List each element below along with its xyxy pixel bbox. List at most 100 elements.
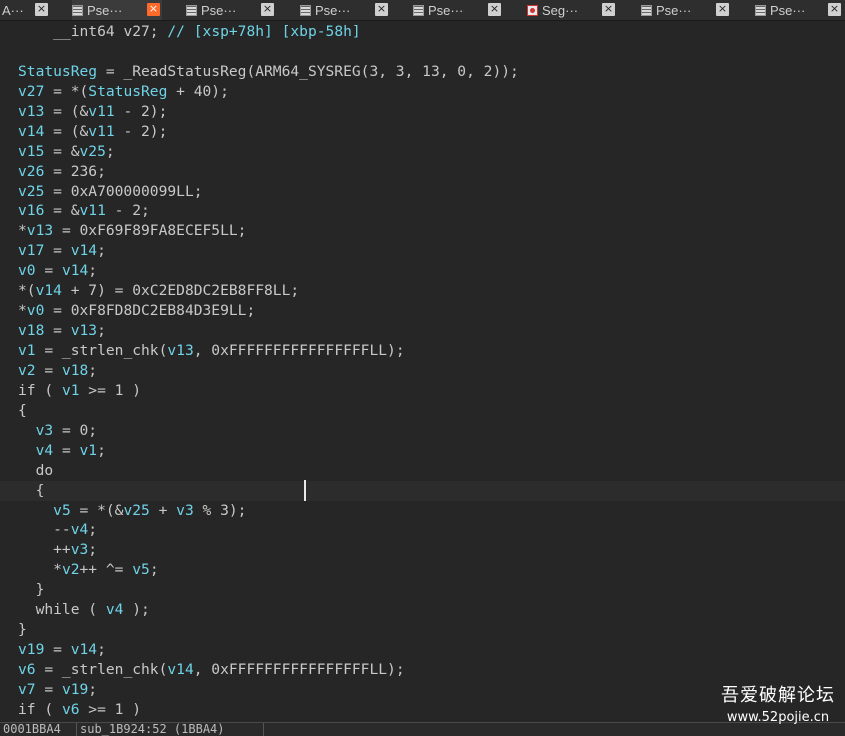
tab-6[interactable]: Pse··· × <box>641 0 731 20</box>
code-line[interactable]: v19 = v14; <box>0 640 845 660</box>
code-line[interactable]: if ( v6 >= 1 ) <box>0 700 845 720</box>
code-line[interactable]: v5 = *(&v25 + v3 % 3); <box>0 501 845 521</box>
code-line[interactable]: } <box>0 580 845 600</box>
variable-token: v18 <box>18 322 45 340</box>
variable-token: v0 <box>26 302 45 320</box>
code-line[interactable]: *(v14 + 7) = 0xC2ED8DC2EB8FF8LL; <box>0 281 845 301</box>
code-line[interactable]: ++v3; <box>0 540 845 560</box>
tab-3[interactable]: Pse··· × <box>300 0 390 20</box>
code-line[interactable]: __int64 v27; // [xsp+78h] [xbp-58h] <box>0 22 845 42</box>
code-token: ; <box>97 441 106 459</box>
code-token: = _strlen_chk( <box>35 661 168 678</box>
variable-token: v1 <box>79 441 98 459</box>
tab-label: Pse··· <box>428 2 464 18</box>
variable-token: v14 <box>167 661 194 678</box>
close-icon[interactable]: × <box>716 3 729 16</box>
variable-token: v19 <box>61 680 89 698</box>
code-line[interactable]: v3 = 0; <box>0 421 845 441</box>
close-icon[interactable]: × <box>147 3 160 16</box>
code-token: * <box>18 222 27 240</box>
code-token: if ( <box>18 700 62 718</box>
close-icon[interactable]: × <box>35 3 48 16</box>
code-token: = _ReadStatusReg(ARM64_SYSREG(3, 3, 13, … <box>97 62 519 80</box>
text-cursor <box>304 479 306 501</box>
code-line[interactable] <box>0 42 845 62</box>
code-line[interactable]: v6 = _strlen_chk(v14, 0xFFFFFFFFFFFFFFFF… <box>0 660 845 680</box>
code-line[interactable]: v16 = &v11 - 2; <box>0 201 845 221</box>
code-line[interactable]: v13 = (&v11 - 2); <box>0 102 845 122</box>
code-token: = *( <box>44 82 89 100</box>
watermark-title: 吾爱破解论坛 <box>721 685 835 706</box>
close-icon[interactable]: × <box>828 3 841 16</box>
tab-label: Pse··· <box>656 2 692 18</box>
variable-token: v15 <box>18 142 45 160</box>
variable-token: v3 <box>70 541 89 559</box>
code-line[interactable]: do <box>0 461 845 481</box>
variable-token: v11 <box>79 202 106 220</box>
code-line[interactable]: *v13 = 0xF69F89FA8ECEF5LL; <box>0 221 845 241</box>
code-line[interactable]: v26 = 236; <box>0 162 845 182</box>
variable-token: v14 <box>70 242 98 260</box>
code-token: = 0xF8FD8DC2EB84D3E9LL; <box>44 302 256 320</box>
close-icon[interactable]: × <box>602 3 615 16</box>
tab-bar: A··· × Pse··· × Pse··· × Pse··· × Pse··· × Seg··· ×… <box>0 0 845 21</box>
code-line[interactable]: v4 = v1; <box>0 441 845 461</box>
code-line[interactable]: while ( v4 ); <box>0 600 845 620</box>
code-line[interactable]: { <box>0 401 845 421</box>
variable-token: v1 <box>61 381 80 399</box>
code-line[interactable]: *v2++ ^= v5; <box>0 560 845 580</box>
tab-7[interactable]: Pse··· × <box>755 0 843 20</box>
code-line[interactable]: if ( v1 >= 1 ) <box>0 381 845 401</box>
variable-token: v26 <box>18 162 45 180</box>
tab-1[interactable]: Pse··· × <box>72 0 162 20</box>
code-token: { <box>18 401 27 419</box>
code-line[interactable]: v1 = _strlen_chk(v13, 0xFFFFFFFFFFFFFFFF… <box>0 341 845 361</box>
tab-label: Seg··· <box>542 2 579 18</box>
variable-token: v3 <box>35 421 54 439</box>
code-line[interactable]: v15 = &v25; <box>0 142 845 162</box>
code-line[interactable]: --v4; <box>0 520 845 540</box>
code-token: do <box>18 461 54 479</box>
variable-token: v7 <box>18 680 36 698</box>
code-token: >= 1 ) <box>79 700 142 718</box>
pseudocode-view[interactable]: __int64 v27; // [xsp+78h] [xbp-58h] Statu… <box>0 22 845 722</box>
code-line[interactable]: v17 = v14; <box>0 241 845 261</box>
code-line[interactable]: v14 = (&v11 - 2); <box>0 122 845 142</box>
variable-token: v25 <box>123 501 150 519</box>
code-line[interactable]: } <box>0 620 845 640</box>
code-line[interactable]: v7 = v19; <box>0 680 845 700</box>
code-line[interactable]: v2 = v18; <box>0 361 845 381</box>
code-line[interactable]: v18 = v13; <box>0 321 845 341</box>
code-token: , 0xFFFFFFFFFFFFFFFFLL); <box>193 342 405 359</box>
code-token: ); <box>123 601 150 619</box>
close-icon[interactable]: × <box>375 3 388 16</box>
close-icon[interactable]: × <box>488 3 501 16</box>
variable-token: v13 <box>70 322 98 340</box>
code-line[interactable]: *v0 = 0xF8FD8DC2EB84D3E9LL; <box>0 301 845 321</box>
variable-token: v17 <box>18 242 45 260</box>
code-token: >= 1 ) <box>79 381 142 399</box>
close-icon[interactable]: × <box>261 3 274 16</box>
code-line[interactable]: StatusReg = _ReadStatusReg(ARM64_SYSREG(… <box>0 62 845 82</box>
code-line[interactable]: v0 = v14; <box>0 261 845 281</box>
code-line[interactable]: v27 = *(StatusReg + 40); <box>0 82 845 102</box>
variable-token: v14 <box>35 282 62 300</box>
code-token: + <box>149 501 177 519</box>
variable-token: v4 <box>70 521 89 539</box>
variable-token: StatusReg <box>88 82 168 100</box>
variable-token: v1 <box>18 342 36 359</box>
code-line[interactable]: v25 = 0xA700000099LL; <box>0 182 845 202</box>
pseudocode-icon <box>186 4 197 16</box>
code-line[interactable]: { <box>0 479 845 501</box>
tab-5[interactable]: Seg··· × <box>527 0 617 20</box>
code-token: = & <box>44 142 80 160</box>
code-token: ; <box>88 521 98 539</box>
code-token: ; <box>88 361 98 379</box>
variable-token: v25 <box>79 142 106 160</box>
variable-token: v5 <box>132 561 150 579</box>
tab-label: Pse··· <box>87 2 123 18</box>
tab-0[interactable]: A··· × <box>2 0 50 20</box>
pseudocode-icon <box>755 4 766 16</box>
tab-2[interactable]: Pse··· × <box>186 0 276 20</box>
tab-4[interactable]: Pse··· × <box>413 0 503 20</box>
